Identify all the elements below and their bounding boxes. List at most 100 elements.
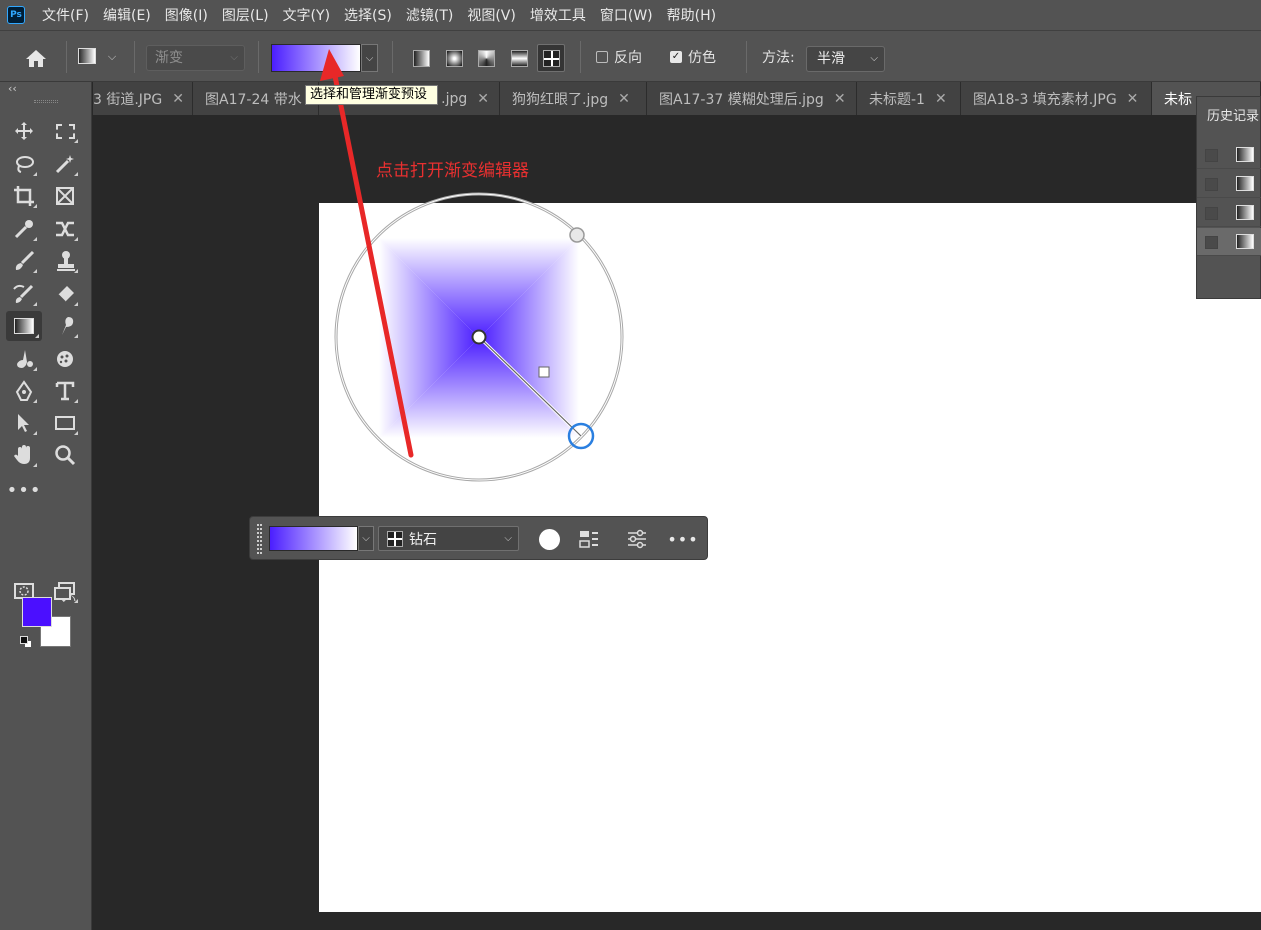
tab-document-7[interactable]: 图A18-3 填充素材.JPG ✕ — [961, 82, 1152, 115]
diamond-gradient-button[interactable] — [537, 44, 565, 72]
type-icon — [55, 381, 75, 401]
menu-window[interactable]: 窗口(W) — [593, 5, 660, 25]
menu-edit[interactable]: 编辑(E) — [96, 5, 158, 25]
zoom-tool[interactable] — [49, 440, 81, 470]
gradient-picker-swatch[interactable] — [271, 44, 361, 72]
history-snapshot-checkbox[interactable] — [1205, 207, 1218, 220]
menu-layer[interactable]: 图层(L) — [215, 5, 276, 25]
tab-document-4[interactable]: 狗狗红眼了.jpg ✕ — [500, 82, 647, 115]
eraser-icon — [57, 286, 74, 303]
gradient-type-label: 钻石 — [409, 531, 437, 548]
eyedropper-tool[interactable] — [8, 214, 40, 244]
history-state[interactable] — [1197, 170, 1261, 198]
history-state[interactable] — [1197, 141, 1261, 169]
close-icon[interactable]: ✕ — [618, 91, 630, 107]
tab-document-5[interactable]: 图A17-37 模糊处理后.jpg ✕ — [647, 82, 857, 115]
linear-gradient-button[interactable] — [407, 44, 435, 72]
history-state-selected[interactable] — [1197, 228, 1261, 256]
opacity-circle-button[interactable] — [537, 527, 561, 551]
tab-document-2[interactable]: 图A17-24 带水 — [193, 82, 319, 115]
magic-wand-icon — [55, 155, 74, 174]
eyedropper-icon — [14, 220, 33, 239]
gradient-tool-preset-icon[interactable] — [76, 45, 98, 67]
radial-gradient-button[interactable] — [440, 44, 468, 72]
contextual-task-bar: ⌵ 钻石 ⌵ ••• — [249, 516, 708, 560]
screen-mode-button[interactable] — [49, 576, 81, 606]
close-icon[interactable]: ✕ — [477, 91, 489, 107]
menu-filter[interactable]: 滤镜(T) — [399, 5, 460, 25]
foreground-color[interactable] — [22, 597, 52, 627]
hand-tool[interactable] — [8, 440, 40, 470]
taskbar-gradient-swatch[interactable] — [269, 526, 358, 551]
history-state[interactable] — [1197, 199, 1261, 227]
method-select[interactable]: 半滑 ⌵ — [806, 46, 885, 72]
reverse-checkbox[interactable] — [596, 51, 608, 63]
gradient-options-button[interactable] — [577, 527, 601, 551]
history-brush-tool[interactable] — [8, 279, 40, 309]
path-selection-tool[interactable] — [8, 408, 40, 438]
rectangle-tool[interactable] — [49, 408, 81, 438]
close-icon[interactable]: ✕ — [935, 91, 947, 107]
toolbar-grip[interactable] — [34, 100, 58, 103]
gradient-tool[interactable] — [6, 311, 42, 341]
menu-plugins[interactable]: 增效工具 — [523, 5, 593, 25]
dither-checkbox[interactable]: ✓ — [670, 51, 682, 63]
chevron-down-icon[interactable]: ⌵ — [358, 526, 374, 551]
dither-option[interactable]: ✓ 仿色 — [670, 47, 716, 67]
sponge-tool[interactable] — [49, 344, 81, 374]
chevron-down-icon: ⌵ — [504, 533, 512, 544]
tab-document-6[interactable]: 未标题-1 ✕ — [857, 82, 961, 115]
magnifier-icon — [55, 445, 76, 466]
menu-select[interactable]: 选择(S) — [337, 5, 399, 25]
menu-image[interactable]: 图像(I) — [158, 5, 215, 25]
smudge-tool[interactable] — [49, 311, 81, 341]
magic-wand-tool[interactable] — [49, 149, 81, 179]
close-icon[interactable]: ✕ — [172, 91, 184, 107]
home-icon[interactable] — [22, 44, 50, 72]
clone-stamp-tool[interactable] — [49, 246, 81, 276]
lasso-tool[interactable] — [8, 149, 40, 179]
history-snapshot-checkbox[interactable] — [1205, 178, 1218, 191]
pen-tool[interactable] — [8, 376, 40, 406]
menu-view[interactable]: 视图(V) — [460, 5, 523, 25]
close-icon[interactable]: ✕ — [1127, 91, 1139, 107]
collapse-toolbar-icon[interactable]: ‹‹ — [8, 82, 17, 95]
history-snapshot-checkbox[interactable] — [1205, 236, 1218, 249]
sliders-icon — [628, 529, 646, 549]
gradient-picker-dropdown[interactable]: ⌵ — [361, 44, 378, 72]
chevron-down-icon[interactable]: ⌵ — [104, 49, 120, 65]
angle-gradient-button[interactable] — [472, 44, 500, 72]
content-aware-move-tool[interactable] — [49, 214, 81, 244]
more-options-icon[interactable]: ••• — [667, 527, 697, 551]
tab-document-1[interactable]: 3 街道.JPG ✕ — [93, 82, 193, 115]
reverse-option[interactable]: 反向 — [596, 47, 642, 67]
reflected-gradient-icon — [510, 49, 528, 67]
app-logo[interactable]: Ps — [7, 6, 25, 24]
settings-sliders-button[interactable] — [625, 527, 649, 551]
menu-type[interactable]: 文字(Y) — [276, 5, 337, 25]
gradient-type-select[interactable]: 钻石 ⌵ — [378, 526, 519, 551]
document-tabs: 3 街道.JPG ✕ 图A17-24 带水 .jpg ✕ 狗狗红眼了.jpg ✕ 图A… — [93, 82, 1261, 115]
type-tool[interactable] — [49, 376, 81, 406]
menu-help[interactable]: 帮助(H) — [660, 5, 723, 25]
more-tools-icon[interactable]: ••• — [7, 475, 41, 505]
move-tool[interactable] — [8, 116, 40, 146]
history-panel[interactable]: 历史记录 — [1196, 96, 1261, 299]
dodge-tool[interactable] — [8, 344, 40, 374]
hand-icon — [14, 445, 30, 464]
menu-file[interactable]: 文件(F) — [35, 5, 96, 25]
eraser-tool[interactable] — [49, 279, 81, 309]
frame-tool[interactable] — [49, 181, 81, 211]
reflected-gradient-button[interactable] — [505, 44, 533, 72]
close-icon[interactable]: ✕ — [834, 91, 846, 107]
screen-mode-icon — [54, 582, 75, 600]
crop-tool[interactable] — [8, 181, 40, 211]
brush-tool[interactable] — [8, 246, 40, 276]
history-snapshot-checkbox[interactable] — [1205, 149, 1218, 162]
taskbar-grip[interactable] — [257, 524, 262, 554]
circle-icon — [538, 528, 560, 550]
gradient-preset-field[interactable]: 渐变 ⌵ — [146, 45, 245, 71]
marquee-tool[interactable] — [49, 116, 81, 146]
default-colors-icon[interactable] — [18, 634, 34, 650]
preset-placeholder: 渐变 — [155, 50, 183, 66]
